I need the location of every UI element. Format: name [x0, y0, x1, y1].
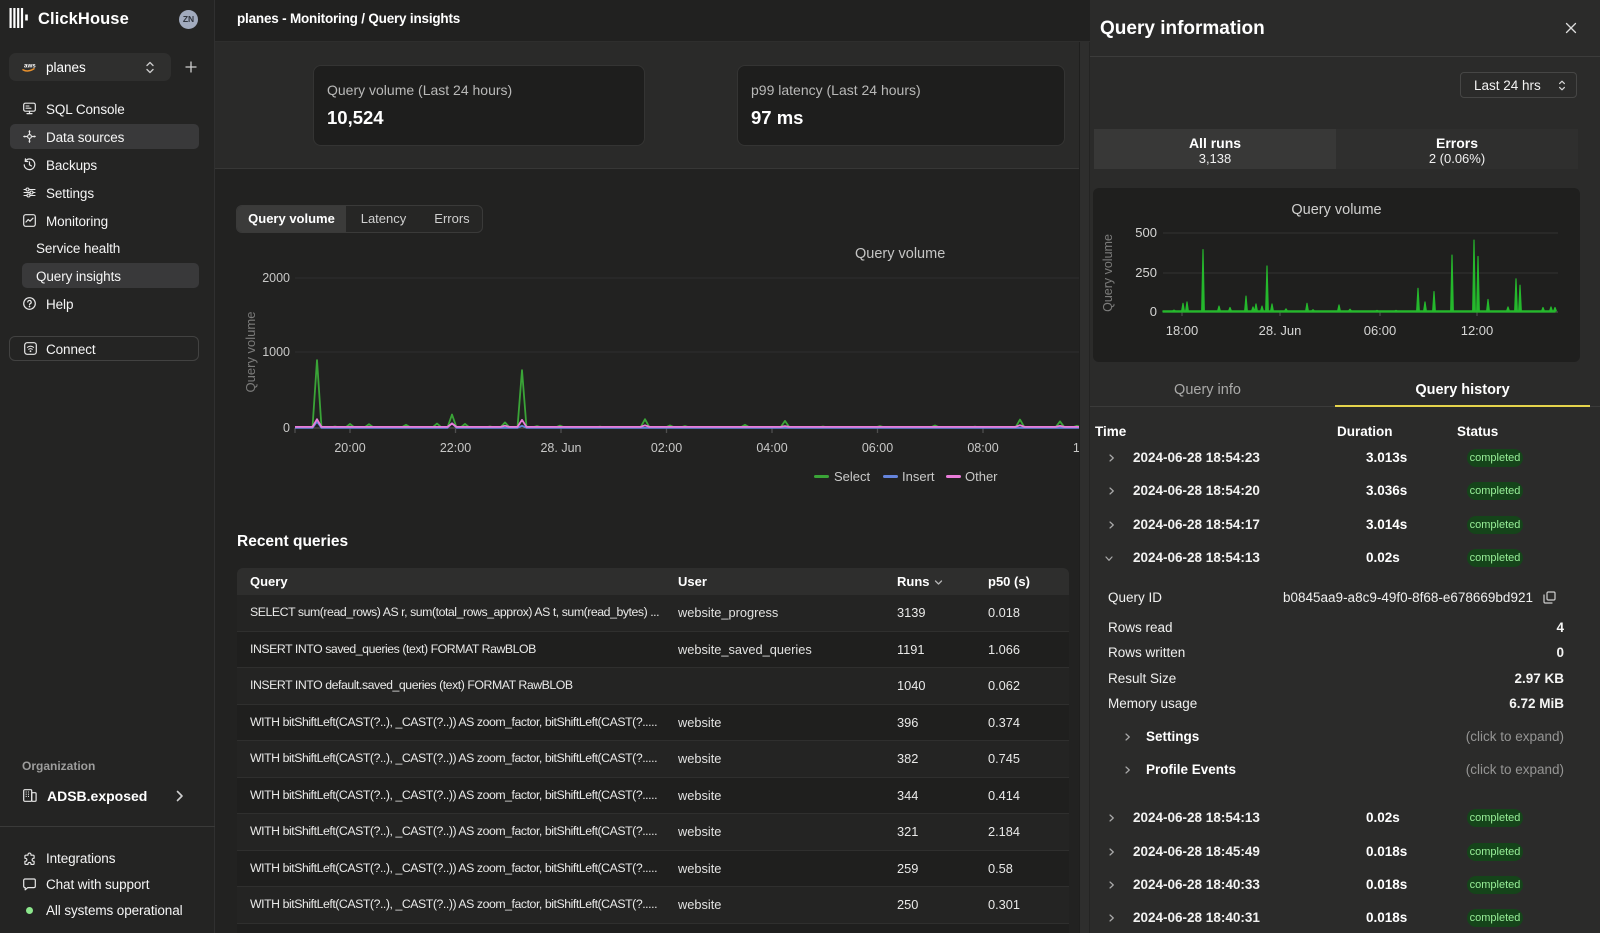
svg-text:1000: 1000 — [262, 345, 290, 359]
svg-text:04:00: 04:00 — [756, 441, 787, 455]
svg-text:12:00: 12:00 — [1461, 323, 1494, 338]
svg-text:2000: 2000 — [262, 271, 290, 285]
svg-text:0: 0 — [283, 421, 290, 435]
svg-text:0: 0 — [1150, 304, 1157, 319]
svg-text:28. Jun: 28. Jun — [540, 441, 581, 455]
svg-text:500: 500 — [1135, 225, 1157, 240]
svg-text:06:00: 06:00 — [1364, 323, 1397, 338]
svg-text:Query volume: Query volume — [1101, 234, 1115, 312]
svg-text:28. Jun: 28. Jun — [1259, 323, 1302, 338]
svg-text:22:00: 22:00 — [440, 441, 471, 455]
svg-text:250: 250 — [1135, 265, 1157, 280]
svg-text:18:00: 18:00 — [1166, 323, 1199, 338]
svg-text:20:00: 20:00 — [334, 441, 365, 455]
svg-text:Query volume: Query volume — [243, 312, 258, 393]
svg-text:08:00: 08:00 — [967, 441, 998, 455]
svg-text:02:00: 02:00 — [651, 441, 682, 455]
svg-text:06:00: 06:00 — [862, 441, 893, 455]
